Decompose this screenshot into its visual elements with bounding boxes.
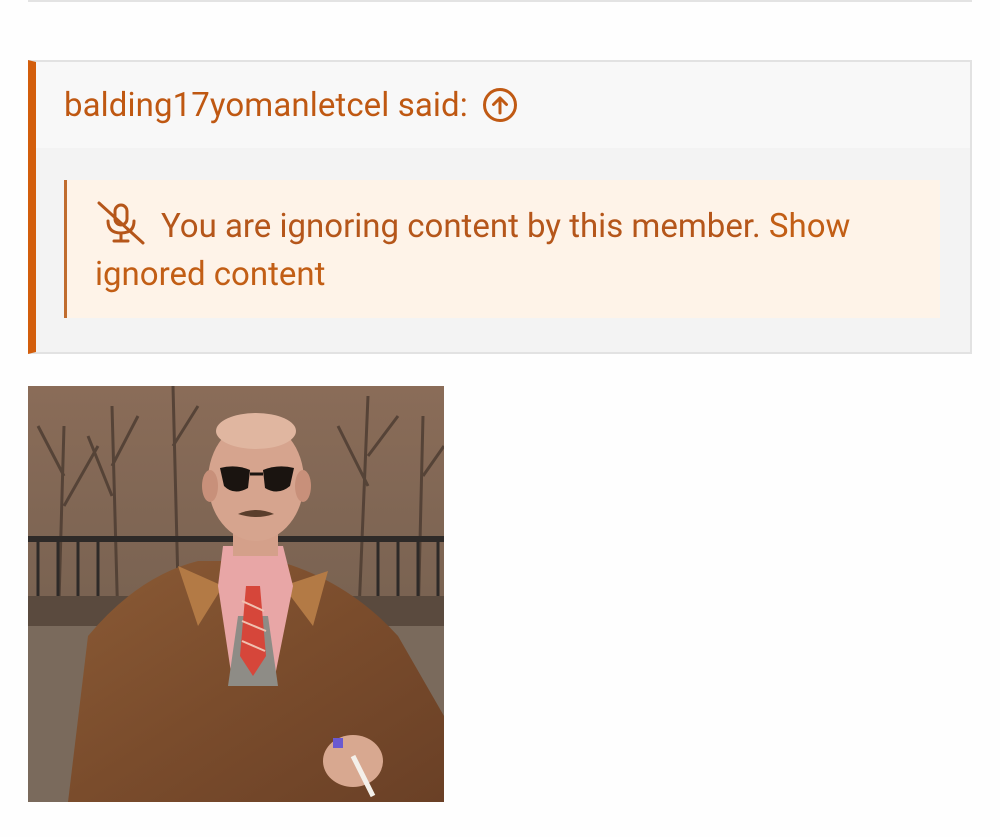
arrow-up-circle-icon[interactable] — [482, 87, 518, 123]
bbcode-quote: balding17yomanletcel said: You are ignor… — [28, 60, 972, 354]
quote-author[interactable]: balding17yomanletcel said: — [64, 86, 468, 125]
microphone-off-icon — [95, 201, 147, 245]
quote-header: balding17yomanletcel said: — [36, 62, 970, 148]
ignored-content-notice: You are ignoring content by this member.… — [64, 180, 940, 318]
top-divider — [28, 0, 972, 2]
post-image — [28, 386, 444, 802]
ignored-message: You are ignoring content by this member. — [161, 207, 761, 246]
